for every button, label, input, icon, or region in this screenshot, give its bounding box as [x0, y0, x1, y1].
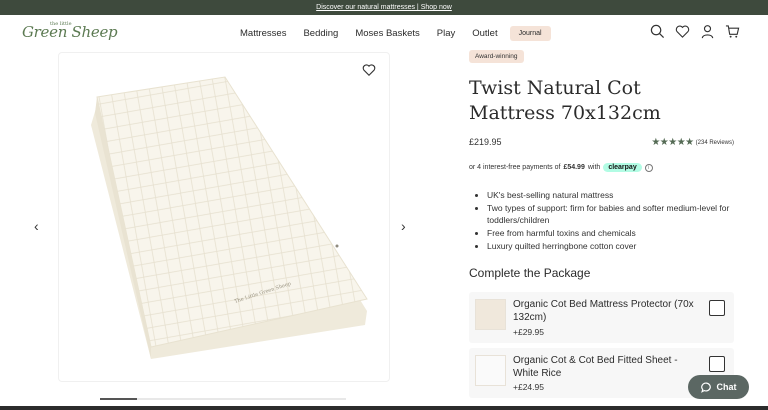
- heart-icon[interactable]: [675, 24, 690, 39]
- chat-bubble-icon: [700, 382, 711, 393]
- package-item-name: Organic Cot Bed Mattress Protector (70x …: [513, 299, 694, 323]
- clearpay-info: or 4 interest-free payments of £54.99 wi…: [469, 163, 653, 172]
- promo-link[interactable]: Discover our natural mattresses | Shop n…: [316, 4, 452, 11]
- nav-journal[interactable]: Journal: [509, 26, 551, 41]
- account-icon[interactable]: [700, 24, 715, 39]
- gallery-prev-button[interactable]: ‹: [34, 218, 39, 234]
- gallery-scrollbar-thumb[interactable]: [100, 398, 137, 400]
- gallery-scrollbar[interactable]: [100, 398, 346, 400]
- header-icons: [650, 24, 740, 39]
- fitted-sheet-thumbnail: [475, 355, 506, 386]
- package-item-checkbox[interactable]: [709, 300, 725, 316]
- logo-small-text: the little: [50, 21, 72, 27]
- taskbar-strip: [0, 406, 768, 410]
- product-rating[interactable]: ★★★★★ (234 Reviews): [651, 137, 734, 148]
- mattress-image: The Little Green Sheep: [91, 76, 368, 359]
- package-item-price: +£24.95: [513, 382, 544, 392]
- product-title: Twist Natural Cot Mattress 70x132cm: [469, 77, 661, 124]
- pay-prefix: or 4 interest-free payments of: [469, 164, 561, 171]
- wishlist-heart-icon[interactable]: [362, 63, 376, 82]
- chat-label: Chat: [716, 382, 737, 392]
- feature-item: Two types of support: firm for babies an…: [487, 202, 737, 226]
- package-item-price: +£29.95: [513, 327, 544, 337]
- info-icon[interactable]: i: [644, 163, 653, 172]
- clearpay-logo: clearpay: [603, 163, 642, 172]
- rating-stars: ★★★★★: [651, 137, 694, 148]
- protector-thumbnail: [475, 299, 506, 330]
- site-logo[interactable]: the little Green Sheep: [22, 21, 118, 42]
- award-badge: Award-winning: [469, 50, 524, 63]
- product-price: £219.95: [469, 137, 502, 147]
- feature-list: UK's best-selling natural mattress Two t…: [487, 189, 737, 253]
- product-gallery[interactable]: The Little Green Sheep: [58, 52, 390, 382]
- nav-mattresses[interactable]: Mattresses: [240, 28, 286, 39]
- package-item-name: Organic Cot & Cot Bed Fitted Sheet - Whi…: [513, 355, 678, 379]
- nav-moses-baskets[interactable]: Moses Baskets: [355, 28, 419, 39]
- nav-outlet[interactable]: Outlet: [472, 28, 497, 39]
- main-nav: Mattresses Bedding Moses Baskets Play Ou…: [240, 26, 551, 41]
- promo-bar: Discover our natural mattresses | Shop n…: [0, 0, 768, 15]
- package-item-protector[interactable]: Organic Cot Bed Mattress Protector (70x …: [469, 292, 734, 343]
- review-count[interactable]: (234 Reviews): [696, 140, 734, 146]
- chat-button[interactable]: Chat: [688, 375, 749, 399]
- nav-bedding[interactable]: Bedding: [303, 28, 338, 39]
- package-item-checkbox[interactable]: [709, 356, 725, 372]
- cart-icon[interactable]: [725, 24, 740, 39]
- feature-item: Luxury quilted herringbone cotton cover: [487, 240, 737, 252]
- pay-with: with: [587, 164, 601, 171]
- search-icon[interactable]: [650, 24, 665, 39]
- feature-item: UK's best-selling natural mattress: [487, 189, 737, 201]
- complete-package-heading: Complete the Package: [469, 266, 591, 280]
- pay-amount: £54.99: [563, 164, 585, 171]
- gallery-next-button[interactable]: ›: [401, 218, 406, 234]
- nav-play[interactable]: Play: [437, 28, 455, 39]
- feature-item: Free from harmful toxins and chemicals: [487, 227, 737, 239]
- site-header: the little Green Sheep Mattresses Beddin…: [0, 15, 768, 53]
